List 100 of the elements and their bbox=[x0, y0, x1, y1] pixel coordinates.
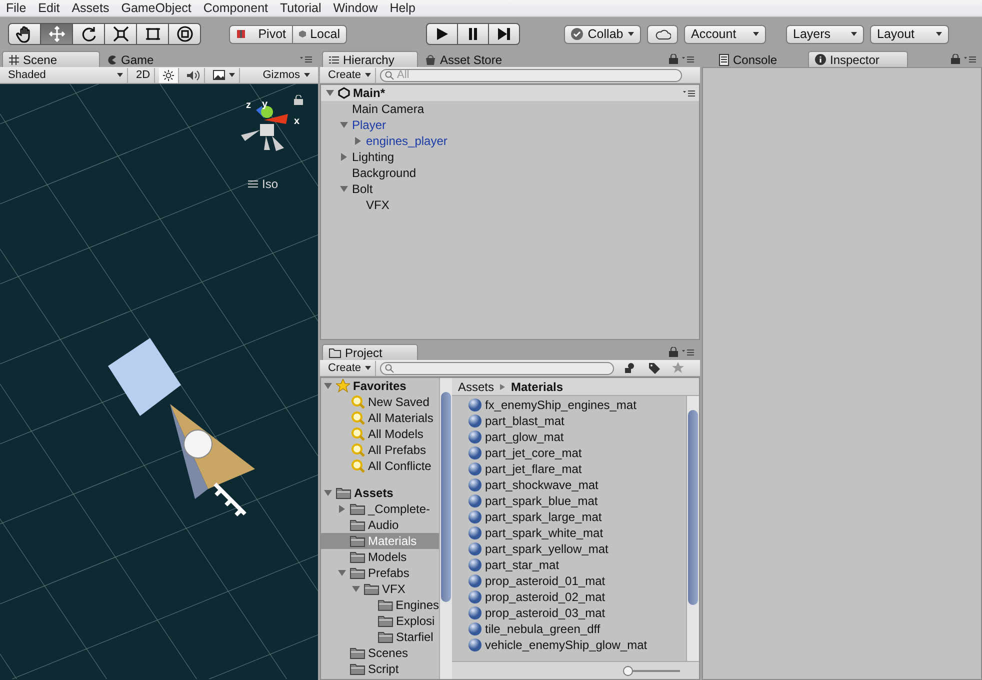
material-file-item[interactable]: prop_asteroid_03_mat bbox=[468, 605, 686, 621]
material-file-item[interactable]: part_jet_core_mat bbox=[468, 445, 686, 461]
menu-item[interactable]: Component bbox=[197, 0, 274, 16]
material-file-item[interactable]: part_jet_flare_mat bbox=[468, 461, 686, 477]
account-dropdown[interactable]: Account bbox=[684, 24, 766, 44]
expanded-arrow-icon[interactable] bbox=[324, 489, 332, 497]
cloud-button[interactable] bbox=[647, 24, 678, 44]
favorite-search-item[interactable]: All Materials bbox=[321, 410, 439, 426]
folder-item[interactable]: Audio bbox=[321, 517, 439, 533]
menu-icon[interactable] bbox=[682, 56, 694, 62]
breadcrumb-item[interactable]: Materials bbox=[511, 380, 564, 394]
material-file-item[interactable]: part_spark_white_mat bbox=[468, 525, 686, 541]
scrollbar[interactable] bbox=[439, 378, 452, 679]
favorite-search-item[interactable]: New Saved bbox=[321, 394, 439, 410]
panel-tab[interactable]: Project bbox=[322, 344, 418, 360]
folder-item[interactable]: Starfiel bbox=[321, 629, 439, 645]
tool-button[interactable] bbox=[168, 23, 201, 45]
expanded-arrow-icon[interactable] bbox=[326, 89, 334, 97]
tool-button[interactable] bbox=[72, 23, 105, 45]
menu-item[interactable]: Tutorial bbox=[274, 0, 328, 16]
menu-item[interactable]: Edit bbox=[32, 0, 66, 16]
favorite-search-item[interactable]: All Prefabs bbox=[321, 442, 439, 458]
panel-tab[interactable]: Scene bbox=[2, 51, 100, 67]
scrollbar-thumb[interactable] bbox=[441, 392, 451, 602]
collab-dropdown[interactable]: Collab bbox=[564, 24, 641, 44]
tool-button[interactable] bbox=[8, 23, 41, 45]
favorite-search-item[interactable]: All Conflicte bbox=[321, 458, 439, 474]
material-file-item[interactable]: fx_enemyShip_engines_mat bbox=[468, 397, 686, 413]
menu-item[interactable]: Window bbox=[327, 0, 384, 16]
shapes-filter-icon[interactable] bbox=[624, 362, 636, 374]
material-file-item[interactable]: part_shockwave_mat bbox=[468, 477, 686, 493]
material-file-item[interactable]: vehicle_enemyShip_glow_mat bbox=[468, 637, 686, 653]
material-file-item[interactable]: part_star_mat bbox=[468, 557, 686, 573]
menu-icon[interactable] bbox=[682, 348, 694, 356]
gizmos-dropdown[interactable]: Gizmos bbox=[258, 68, 314, 82]
hierarchy-item[interactable]: Player bbox=[321, 117, 699, 133]
menu-icon[interactable] bbox=[300, 56, 312, 62]
panel-tab[interactable]: Game bbox=[100, 51, 196, 67]
pivot-button[interactable]: Pivot bbox=[229, 24, 293, 44]
menu-icon[interactable] bbox=[964, 56, 976, 62]
material-file-item[interactable]: part_spark_large_mat bbox=[468, 509, 686, 525]
playback-button[interactable] bbox=[457, 23, 489, 45]
layers-dropdown[interactable]: Layers bbox=[786, 24, 864, 44]
lock-icon[interactable] bbox=[951, 54, 960, 64]
material-file-item[interactable]: prop_asteroid_02_mat bbox=[468, 589, 686, 605]
mode-2d-toggle[interactable]: 2D bbox=[132, 68, 156, 82]
menu-item[interactable]: GameObject bbox=[115, 0, 198, 16]
shading-dropdown[interactable]: Shaded bbox=[4, 68, 128, 82]
tool-button[interactable] bbox=[40, 23, 73, 45]
material-file-item[interactable]: prop_asteroid_01_mat bbox=[468, 573, 686, 589]
material-file-item[interactable]: part_blast_mat bbox=[468, 413, 686, 429]
slider-thumb[interactable] bbox=[623, 666, 633, 676]
local-button[interactable]: Local bbox=[292, 24, 347, 44]
folder-item[interactable]: Explosi bbox=[321, 613, 439, 629]
search-field[interactable] bbox=[380, 362, 614, 374]
expanded-arrow-icon[interactable] bbox=[324, 382, 332, 390]
hierarchy-item[interactable]: Main Camera bbox=[321, 101, 699, 117]
panel-tab[interactable]: Hierarchy bbox=[322, 51, 418, 67]
hierarchy-item[interactable]: engines_player bbox=[321, 133, 699, 149]
scrollbar[interactable] bbox=[686, 396, 699, 661]
hierarchy-item[interactable]: Lighting bbox=[321, 149, 699, 165]
folder-item[interactable]: Engines bbox=[321, 597, 439, 613]
folder-item[interactable]: VFX bbox=[321, 581, 439, 597]
star-icon[interactable] bbox=[672, 362, 684, 374]
hierarchy-item[interactable]: Background bbox=[321, 165, 699, 181]
folder-item[interactable]: Script bbox=[321, 661, 439, 677]
scrollbar-thumb[interactable] bbox=[688, 410, 698, 605]
menu-item[interactable]: Help bbox=[384, 0, 422, 16]
collapsed-arrow-icon[interactable] bbox=[338, 505, 346, 513]
create-dropdown[interactable]: Create bbox=[324, 68, 376, 82]
material-file-item[interactable]: tile_nebula_green_dff bbox=[468, 621, 686, 637]
material-file-item[interactable]: part_spark_yellow_mat bbox=[468, 541, 686, 557]
favorite-search-item[interactable]: All Models bbox=[321, 426, 439, 442]
expanded-arrow-icon[interactable] bbox=[340, 121, 348, 129]
lock-icon[interactable] bbox=[294, 95, 303, 105]
playback-button[interactable] bbox=[426, 23, 458, 45]
lighting-toggle[interactable] bbox=[159, 68, 180, 82]
folder-item[interactable]: _Complete- bbox=[321, 501, 439, 517]
tool-button[interactable] bbox=[136, 23, 169, 45]
material-file-item[interactable]: part_glow_mat bbox=[468, 429, 686, 445]
tool-button[interactable] bbox=[104, 23, 137, 45]
folder-item[interactable]: Models bbox=[321, 549, 439, 565]
lock-icon[interactable] bbox=[669, 54, 678, 64]
folder-item[interactable]: Prefabs bbox=[321, 565, 439, 581]
lock-icon[interactable] bbox=[669, 347, 678, 357]
breadcrumb-item[interactable]: Assets bbox=[458, 380, 494, 394]
panel-tab[interactable]: Console bbox=[712, 51, 808, 67]
tag-icon[interactable] bbox=[648, 362, 660, 374]
menu-icon[interactable] bbox=[683, 90, 695, 97]
layout-dropdown[interactable]: Layout bbox=[870, 24, 949, 44]
scene-header[interactable]: Main* bbox=[321, 85, 699, 101]
folder-item[interactable]: Scenes bbox=[321, 645, 439, 661]
panel-tab[interactable]: Asset Store bbox=[418, 51, 518, 67]
material-file-item[interactable]: part_spark_blue_mat bbox=[468, 493, 686, 509]
panel-tab[interactable]: Inspector bbox=[808, 51, 908, 67]
menu-item[interactable]: Assets bbox=[66, 0, 116, 16]
hierarchy-item[interactable]: VFX bbox=[321, 197, 699, 213]
assets-header[interactable]: Assets bbox=[321, 485, 439, 501]
create-dropdown[interactable]: Create bbox=[324, 360, 376, 376]
hierarchy-item[interactable]: Bolt bbox=[321, 181, 699, 197]
